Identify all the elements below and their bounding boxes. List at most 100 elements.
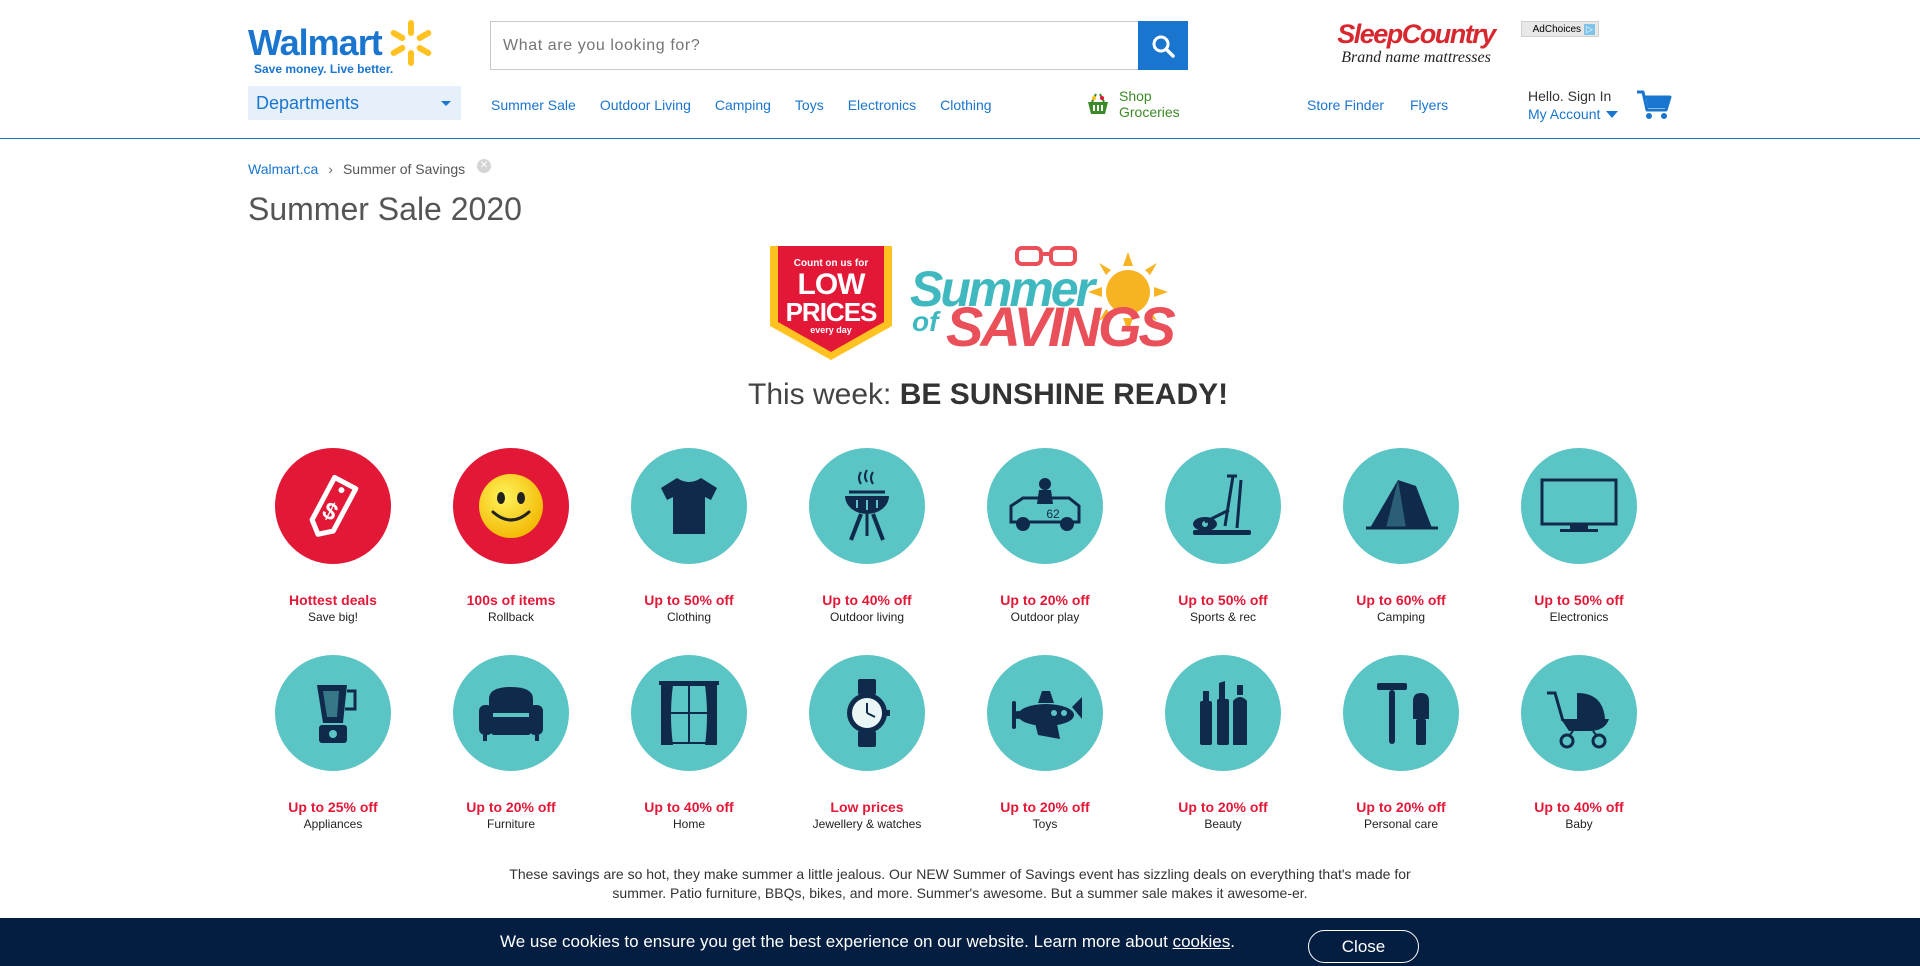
category-deal: Up to 50% off <box>1534 592 1624 608</box>
category-deal: Low prices <box>830 799 904 815</box>
category-electronics[interactable]: Up to 50% off Electronics <box>1490 448 1668 638</box>
category-deal: Up to 20% off <box>1000 592 1090 608</box>
category-appliances[interactable]: Up to 25% off Appliances <box>244 655 422 845</box>
nav-clothing[interactable]: Clothing <box>940 97 991 113</box>
low-prices-badge: Count on us for LOW PRICES every day <box>766 240 896 364</box>
nav-electronics[interactable]: Electronics <box>848 97 916 113</box>
groceries-line1: Shop <box>1119 88 1152 104</box>
caret-down-icon <box>441 100 451 106</box>
category-furniture[interactable]: Up to 20% off Furniture <box>422 655 600 845</box>
tshirt-icon <box>661 478 717 534</box>
category-deal: Up to 40% off <box>644 799 734 815</box>
car-number: 62 <box>1046 507 1060 521</box>
nav-outdoor-living[interactable]: Outdoor Living <box>600 97 691 113</box>
banner-title-of: of <box>912 306 939 337</box>
groceries-line2: Groceries <box>1119 104 1180 120</box>
my-account-toggle[interactable]: My Account <box>1528 105 1619 123</box>
category-label: Baby <box>1565 817 1593 831</box>
category-label: Toys <box>1032 817 1058 831</box>
category-label: Appliances <box>303 817 363 831</box>
store-finder-link[interactable]: Store Finder <box>1307 97 1384 113</box>
flyers-link[interactable]: Flyers <box>1410 97 1448 113</box>
cookie-period: . <box>1230 932 1235 951</box>
category-circle <box>1165 448 1281 564</box>
razor-icon <box>1377 683 1429 745</box>
week-prefix: This week: <box>748 378 892 411</box>
category-label: Electronics <box>1549 610 1609 624</box>
category-baby[interactable]: Up to 40% off Baby <box>1490 655 1668 845</box>
caret-down-icon <box>1606 110 1619 118</box>
category-circle <box>1343 655 1459 771</box>
departments-label: Departments <box>256 92 360 113</box>
category-circle <box>1343 448 1459 564</box>
price-tag-icon: $ <box>309 474 359 537</box>
sleep-country-ad[interactable]: SleepCountry Brand name mattresses <box>1326 20 1506 72</box>
cookies-link[interactable]: cookies <box>1173 932 1231 951</box>
category-deal: Up to 20% off <box>1178 799 1268 815</box>
category-deal: Up to 40% off <box>822 592 912 608</box>
cart-icon[interactable] <box>1636 89 1672 121</box>
grocery-basket-icon <box>1088 93 1108 114</box>
category-outdoor-play[interactable]: 62 Up to 20% off Outdoor play <box>956 448 1134 638</box>
category-beauty[interactable]: Up to 20% off Beauty <box>1134 655 1312 845</box>
category-outdoor-living[interactable]: Up to 40% off Outdoor living <box>778 448 956 638</box>
category-rollback[interactable]: 100s of items Rollback <box>422 448 600 638</box>
category-row-2: Up to 25% off Appliances Up to 20% off F… <box>244 655 1668 845</box>
category-label: Beauty <box>1204 817 1242 831</box>
breadcrumb: Walmart.ca › Summer of Savings ✕ <box>248 159 492 177</box>
category-label: Clothing <box>666 610 712 624</box>
search-button[interactable] <box>1138 21 1188 70</box>
banner-title-savings: SAVINGS <box>946 295 1176 358</box>
shop-groceries-link[interactable]: Shop Groceries <box>1085 88 1199 120</box>
beauty-products-icon <box>1200 681 1247 745</box>
cookie-message: We use cookies to ensure you get the bes… <box>500 932 1235 952</box>
badge-line4: every day <box>810 325 852 335</box>
my-account-label: My Account <box>1528 106 1601 122</box>
badge-line3: PRICES <box>785 297 878 327</box>
category-label: Outdoor play <box>1010 610 1080 624</box>
category-jewellery-watches[interactable]: Low prices Jewellery & watches <box>778 655 956 845</box>
category-deal: Up to 20% off <box>1000 799 1090 815</box>
nav-toys[interactable]: Toys <box>795 97 824 113</box>
departments-dropdown[interactable]: Departments <box>248 86 461 120</box>
nav-summer-sale[interactable]: Summer Sale <box>491 97 576 113</box>
category-circle <box>1165 655 1281 771</box>
site-header: Walmart Save money. Live better. SleepCo… <box>0 0 1920 139</box>
category-deal: Up to 20% off <box>466 799 556 815</box>
ride-on-car-icon: 62 <box>1009 478 1081 531</box>
breadcrumb-home[interactable]: Walmart.ca <box>248 161 318 177</box>
walmart-logo[interactable]: Walmart Save money. Live better. <box>248 18 438 76</box>
adchoices-icon: ▷ <box>1584 23 1595 35</box>
category-label: Camping <box>1376 610 1426 624</box>
category-circle <box>453 655 569 771</box>
cookie-text: We use cookies to ensure you get the bes… <box>500 932 1168 951</box>
category-circle <box>1521 448 1637 564</box>
category-label: Sports & rec <box>1189 610 1257 624</box>
category-clothing[interactable]: Up to 50% off Clothing <box>600 448 778 638</box>
ad-subtitle: Brand name mattresses <box>1341 49 1491 66</box>
search-input[interactable] <box>491 22 1188 69</box>
clear-filter-icon[interactable]: ✕ <box>477 159 492 173</box>
category-hottest-deals[interactable]: $ Hottest deals Save big! <box>244 448 422 638</box>
category-home[interactable]: Up to 40% off Home <box>600 655 778 845</box>
spark-icon <box>390 20 432 66</box>
summer-of-savings-banner: Count on us for LOW PRICES every day Sum… <box>766 240 1176 364</box>
category-deal: Hottest deals <box>289 592 377 608</box>
category-sports-rec[interactable]: Up to 50% off Sports & rec <box>1134 448 1312 638</box>
adchoices-badge[interactable]: AdChoices ▷ <box>1521 21 1599 37</box>
elliptical-icon <box>1193 474 1251 535</box>
category-label: Save big! <box>307 610 359 624</box>
cookie-close-button[interactable]: Close <box>1308 930 1419 963</box>
breadcrumb-current: Summer of Savings <box>342 161 466 177</box>
category-personal-care[interactable]: Up to 20% off Personal care <box>1312 655 1490 845</box>
category-label: Home <box>672 817 705 831</box>
category-label: Outdoor living <box>829 610 905 624</box>
account-menu[interactable]: Hello. Sign In My Account <box>1528 87 1619 123</box>
category-toys[interactable]: Up to 20% off Toys <box>956 655 1134 845</box>
nav-camping[interactable]: Camping <box>715 97 771 113</box>
sign-in-greeting[interactable]: Hello. Sign In <box>1528 87 1618 105</box>
logo-tagline: Save money. Live better. <box>254 62 394 76</box>
category-camping[interactable]: Up to 60% off Camping <box>1312 448 1490 638</box>
logo-wordmark: Walmart <box>248 22 383 63</box>
search-box <box>490 21 1188 70</box>
